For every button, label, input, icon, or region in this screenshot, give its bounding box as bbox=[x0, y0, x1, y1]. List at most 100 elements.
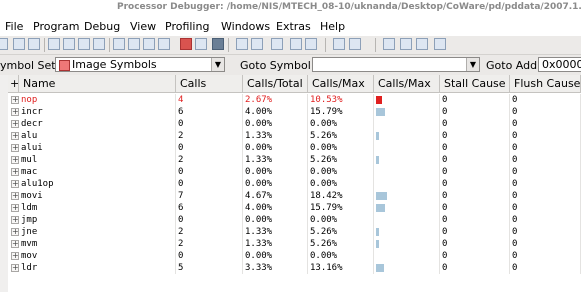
column-header-stall-cause[interactable]: Stall Cause bbox=[440, 75, 510, 93]
table-row[interactable]: + jmp 0 0.00% 0.00% 0 0 bbox=[8, 214, 581, 226]
expand-icon[interactable]: + bbox=[11, 228, 19, 236]
goto-symbol-input[interactable]: ▼ bbox=[312, 57, 480, 72]
tools-icon[interactable] bbox=[416, 38, 428, 50]
cell-total: 3.33% bbox=[243, 262, 308, 274]
register-icon[interactable] bbox=[128, 38, 140, 50]
column-header-calls-max[interactable]: Calls/Max bbox=[308, 75, 374, 93]
column-header-calls[interactable]: Calls bbox=[176, 75, 243, 93]
cell-name: alu bbox=[19, 130, 176, 142]
cell-total: 4.67% bbox=[243, 190, 308, 202]
settings-icon[interactable] bbox=[349, 38, 361, 50]
cell-name: alu1op bbox=[19, 178, 176, 190]
column-header-name[interactable]: Name bbox=[19, 75, 176, 93]
table-row[interactable]: + alui 0 0.00% 0.00% 0 0 bbox=[8, 142, 581, 154]
expand-icon[interactable]: + bbox=[11, 120, 19, 128]
expand-icon[interactable]: + bbox=[11, 180, 19, 188]
config-icon[interactable] bbox=[383, 38, 395, 50]
step-forward-icon[interactable] bbox=[93, 38, 105, 50]
cell-stall: 0 bbox=[440, 94, 510, 106]
table-icon[interactable] bbox=[290, 38, 302, 50]
cell-calls: 4 bbox=[176, 94, 243, 106]
menu-debug[interactable]: Debug bbox=[84, 20, 120, 33]
table-row[interactable]: + mul 2 1.33% 5.26% 0 0 bbox=[8, 154, 581, 166]
menu-file[interactable]: File bbox=[5, 20, 23, 33]
memory-map-icon[interactable] bbox=[400, 38, 412, 50]
chevron-down-icon[interactable]: ▼ bbox=[466, 58, 479, 71]
table-row[interactable]: + alu1op 0 0.00% 0.00% 0 0 bbox=[8, 178, 581, 190]
column-header-expand[interactable]: + bbox=[8, 75, 19, 93]
cell-calls: 6 bbox=[176, 106, 243, 118]
calls-max-bar-cell bbox=[374, 214, 440, 226]
goto-address-input[interactable]: 0x00000 bbox=[538, 57, 581, 72]
cell-calls: 7 bbox=[176, 190, 243, 202]
calls-max-bar-cell bbox=[374, 226, 440, 238]
calls-max-bar bbox=[376, 240, 379, 248]
play-icon[interactable] bbox=[78, 38, 90, 50]
symbol-set-select[interactable]: Image Symbols ▼ bbox=[55, 57, 225, 72]
expand-icon[interactable]: + bbox=[11, 204, 19, 212]
expand-icon[interactable]: + bbox=[11, 144, 19, 152]
expand-icon[interactable]: + bbox=[11, 264, 19, 272]
marker-icon[interactable] bbox=[180, 38, 192, 50]
table-row[interactable]: + jne 2 1.33% 5.26% 0 0 bbox=[8, 226, 581, 238]
calls-max-bar-cell bbox=[374, 154, 440, 166]
memory-icon[interactable] bbox=[113, 38, 125, 50]
expand-icon[interactable]: + bbox=[11, 156, 19, 164]
calls-max-bar bbox=[376, 204, 385, 212]
open-icon[interactable] bbox=[13, 38, 25, 50]
rewind-icon[interactable] bbox=[63, 38, 75, 50]
table-row[interactable]: + movi 7 4.67% 18.42% 0 0 bbox=[8, 190, 581, 202]
expand-icon[interactable]: + bbox=[11, 168, 19, 176]
calls-max-bar-cell bbox=[374, 202, 440, 214]
menu-view[interactable]: View bbox=[130, 20, 156, 33]
table-row[interactable]: + mvm 2 1.33% 5.26% 0 0 bbox=[8, 238, 581, 250]
profile-icon[interactable] bbox=[333, 38, 345, 50]
expand-icon[interactable]: + bbox=[11, 252, 19, 260]
expand-icon[interactable]: + bbox=[11, 108, 19, 116]
table-row[interactable]: + mac 0 0.00% 0.00% 0 0 bbox=[8, 166, 581, 178]
table-row[interactable]: + ldr 5 3.33% 13.16% 0 0 bbox=[8, 262, 581, 274]
menu-windows[interactable]: Windows bbox=[221, 20, 270, 33]
column-header-calls-total[interactable]: Calls/Total bbox=[243, 75, 308, 93]
split-icon[interactable] bbox=[195, 38, 207, 50]
table-row[interactable]: + nop 4 2.67% 10.53% 0 0 bbox=[8, 94, 581, 106]
table-row[interactable]: + mov 0 0.00% 0.00% 0 0 bbox=[8, 250, 581, 262]
cell-flush: 0 bbox=[510, 214, 581, 226]
cell-flush: 0 bbox=[510, 130, 581, 142]
expand-icon[interactable]: + bbox=[11, 132, 19, 140]
menu-profiling[interactable]: Profiling bbox=[165, 20, 209, 33]
column-header-flush-cause[interactable]: Flush Cause bbox=[510, 75, 581, 93]
cell-flush: 0 bbox=[510, 226, 581, 238]
help-icon[interactable] bbox=[434, 38, 446, 50]
expand-icon[interactable]: + bbox=[11, 216, 19, 224]
table-row[interactable]: + decr 0 0.00% 0.00% 0 0 bbox=[8, 118, 581, 130]
cell-calls: 0 bbox=[176, 214, 243, 226]
breakpoint-icon[interactable] bbox=[158, 38, 170, 50]
step-back-icon[interactable] bbox=[48, 38, 60, 50]
table-row[interactable]: + ldm 6 4.00% 15.79% 0 0 bbox=[8, 202, 581, 214]
image-symbols-icon bbox=[59, 59, 70, 71]
code-view-icon[interactable] bbox=[305, 38, 317, 50]
toolbar-separator bbox=[44, 38, 45, 52]
layout-icon[interactable] bbox=[236, 38, 248, 50]
table-row[interactable]: + incr 6 4.00% 15.79% 0 0 bbox=[8, 106, 581, 118]
menu-extras[interactable]: Extras bbox=[276, 20, 311, 33]
window-icon[interactable] bbox=[212, 38, 224, 50]
graph-icon[interactable] bbox=[271, 38, 283, 50]
cell-calls: 0 bbox=[176, 166, 243, 178]
table-row[interactable]: + alu 2 1.33% 5.26% 0 0 bbox=[8, 130, 581, 142]
cell-max: 0.00% bbox=[308, 214, 374, 226]
menu-program[interactable]: Program bbox=[33, 20, 79, 33]
panel-icon[interactable] bbox=[251, 38, 263, 50]
expand-icon[interactable]: + bbox=[11, 192, 19, 200]
expand-icon[interactable]: + bbox=[11, 96, 19, 104]
column-header-calls-max-bar[interactable]: Calls/Max bbox=[374, 75, 440, 93]
chevron-down-icon[interactable]: ▼ bbox=[211, 58, 224, 71]
new-icon[interactable] bbox=[0, 38, 8, 50]
calls-max-bar-cell bbox=[374, 238, 440, 250]
disassembly-icon[interactable] bbox=[143, 38, 155, 50]
cell-max: 0.00% bbox=[308, 250, 374, 262]
expand-icon[interactable]: + bbox=[11, 240, 19, 248]
save-icon[interactable] bbox=[28, 38, 40, 50]
menu-help[interactable]: Help bbox=[320, 20, 345, 33]
